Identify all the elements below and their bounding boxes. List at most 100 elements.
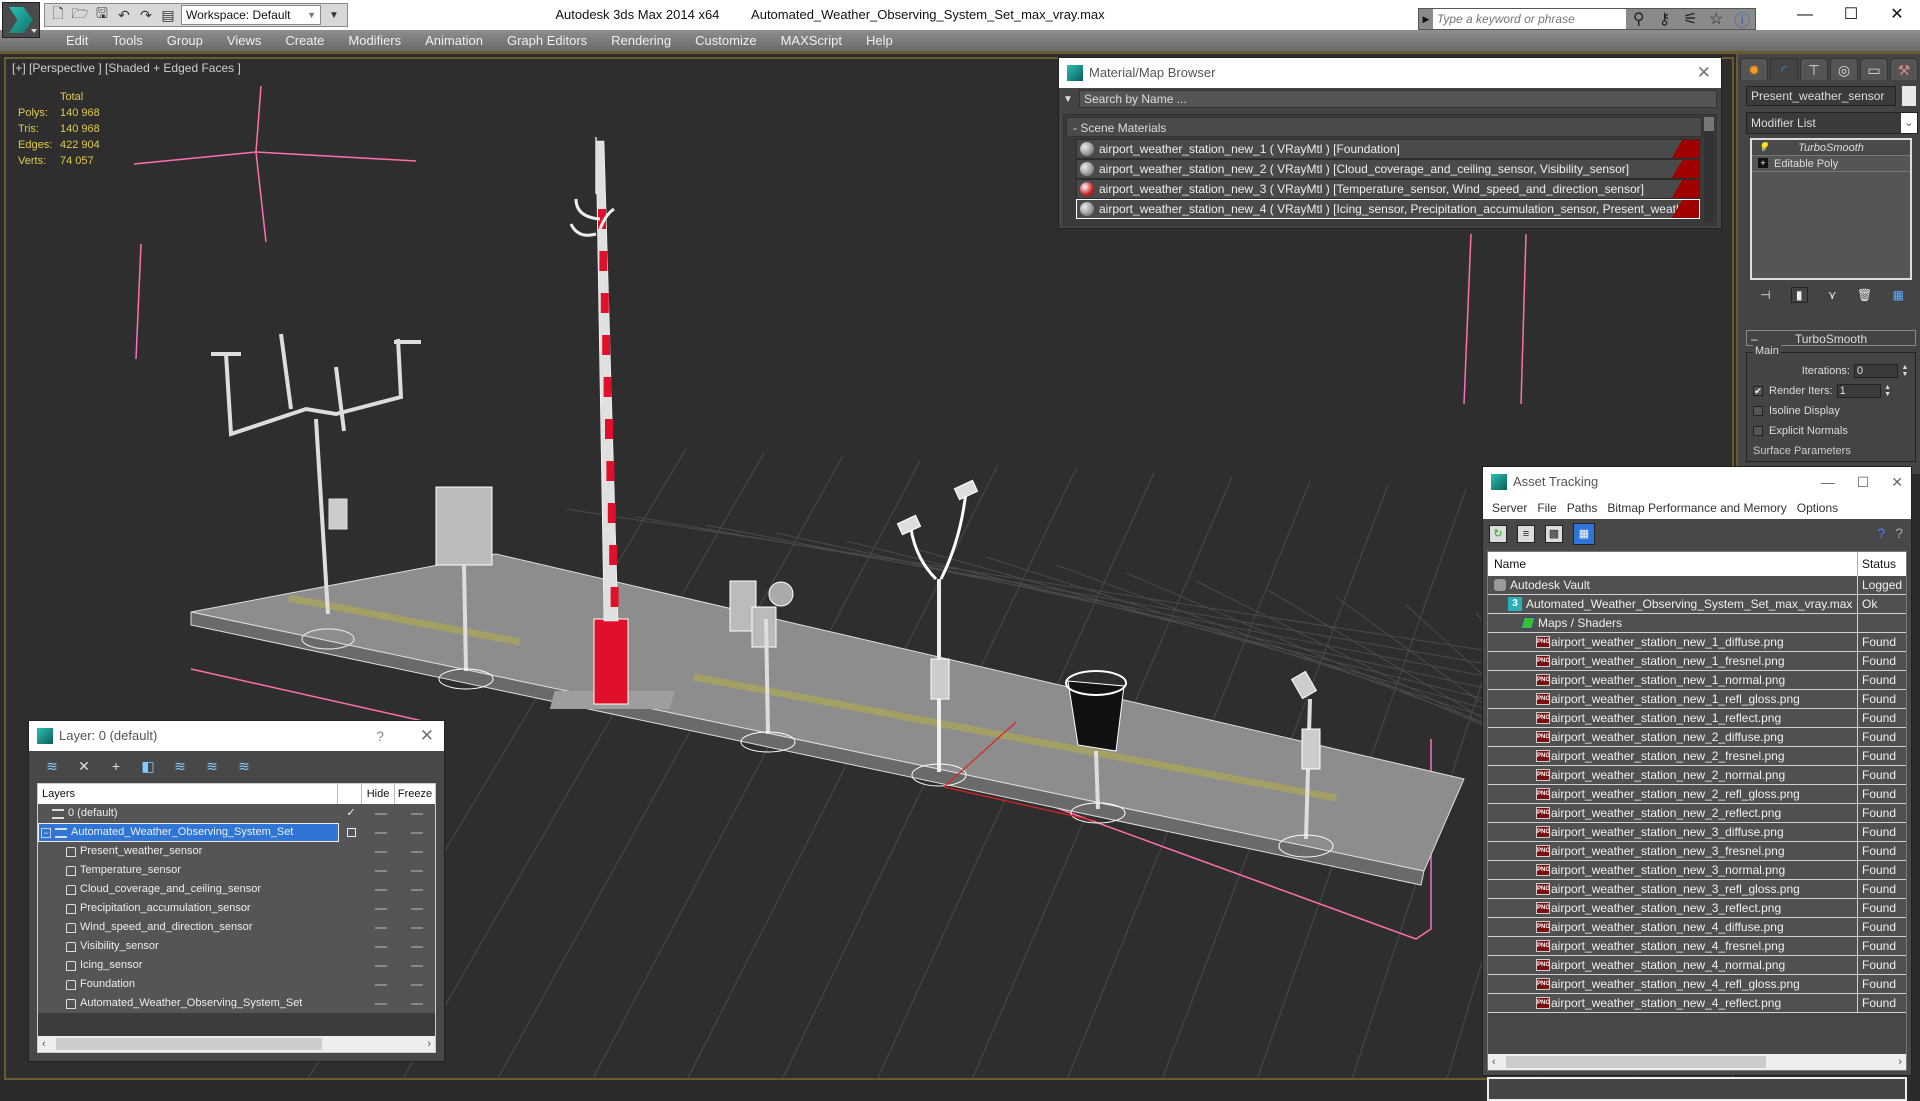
material-list-scrollbar[interactable] <box>1704 117 1714 223</box>
asset-tracking-titlebar[interactable]: Asset Tracking — ☐ ✕ <box>1483 467 1911 497</box>
asset-menu-options[interactable]: Options <box>1792 501 1843 515</box>
current-layer-cell[interactable] <box>339 918 363 937</box>
close-button[interactable]: ✕ <box>1874 0 1920 30</box>
freeze-toggle[interactable] <box>399 842 435 861</box>
add-to-layer-icon[interactable]: + <box>107 757 125 775</box>
binoculars-icon[interactable]: ⚲ <box>1626 9 1652 29</box>
freeze-toggle[interactable] <box>399 937 435 956</box>
asset-row[interactable]: PNG airport_weather_station_new_4_reflect… <box>1488 994 1906 1013</box>
asset-row[interactable]: PNG airport_weather_station_new_1_refl_gl… <box>1488 690 1906 709</box>
table-view-icon[interactable]: ▦ <box>1573 523 1595 545</box>
scroll-right-icon[interactable]: › <box>427 1036 431 1052</box>
remove-modifier-icon[interactable]: 🗑 <box>1857 288 1872 302</box>
spinner-arrows-icon[interactable]: ▲ ▼ <box>1901 364 1909 378</box>
asset-row[interactable]: PNG airport_weather_station_new_3_fresnel… <box>1488 842 1906 861</box>
asset-menu-paths[interactable]: Paths <box>1562 501 1603 515</box>
asset-row[interactable]: PNG airport_weather_station_new_4_normal.… <box>1488 956 1906 975</box>
layer-row[interactable]: 0 (default) ✓ <box>38 804 435 823</box>
maximize-icon[interactable]: ☐ <box>1857 467 1870 497</box>
hide-column-header[interactable]: Hide <box>362 784 395 804</box>
freeze-toggle[interactable] <box>399 975 435 994</box>
scene-materials-group[interactable]: - Scene Materials <box>1066 117 1702 137</box>
layer-object-row[interactable]: Precipitation_accumulation_sensor <box>38 899 435 918</box>
layer-object-row[interactable]: Foundation <box>38 975 435 994</box>
current-layer-cell[interactable] <box>339 899 363 918</box>
layer-object-row[interactable]: Wind_speed_and_direction_sensor <box>38 918 435 937</box>
layer-horizontal-scrollbar[interactable]: ‹ › <box>38 1036 435 1052</box>
asset-row[interactable]: Autodesk Vault Logged <box>1488 576 1906 595</box>
expand-search-icon[interactable]: ▶ <box>1419 14 1433 25</box>
current-layer-cell[interactable] <box>339 937 363 956</box>
viewport-label[interactable]: [+] [Perspective ] [Shaded + Edged Faces… <box>12 61 241 75</box>
select-objects-icon[interactable]: ◧ <box>139 757 157 775</box>
help-icon[interactable]: ? <box>1895 525 1903 541</box>
freeze-toggle[interactable] <box>399 918 435 937</box>
asset-row[interactable]: PNG airport_weather_station_new_1_diffuse… <box>1488 633 1906 652</box>
layer-object-row[interactable]: Icing_sensor <box>38 956 435 975</box>
create-layer-icon[interactable]: ≋ <box>43 757 61 775</box>
hide-toggle[interactable] <box>363 975 399 994</box>
hide-toggle[interactable] <box>363 861 399 880</box>
modify-tab[interactable]: ◜ <box>1770 58 1798 80</box>
hide-toggle[interactable] <box>363 956 399 975</box>
menu-rendering[interactable]: Rendering <box>599 31 683 51</box>
layer-titlebar[interactable]: Layer: 0 (default) ? ✕ <box>29 721 444 751</box>
asset-row[interactable]: PNG airport_weather_station_new_2_refl_gl… <box>1488 785 1906 804</box>
keyword-search-input[interactable] <box>1432 9 1626 29</box>
material-item[interactable]: airport_weather_station_new_2 ( VRayMtl … <box>1076 159 1700 179</box>
save-icon[interactable]: 🖫 <box>93 5 111 24</box>
asset-row[interactable]: PNG airport_weather_station_new_1_normal.… <box>1488 671 1906 690</box>
material-item[interactable]: airport_weather_station_new_3 ( VRayMtl … <box>1076 179 1700 199</box>
satellite-icon[interactable]: ⚟ <box>1677 9 1703 29</box>
asset-row[interactable]: PNG airport_weather_station_new_4_refl_gl… <box>1488 975 1906 994</box>
modifier-list-dropdown[interactable]: Modifier List ⌄ <box>1746 112 1918 134</box>
menu-modifiers[interactable]: Modifiers <box>336 31 413 51</box>
motion-tab[interactable]: ◎ <box>1830 58 1858 80</box>
stack-item-editable-poly[interactable]: + Editable Poly <box>1752 156 1910 172</box>
scroll-thumb[interactable] <box>1506 1056 1766 1068</box>
menu-tools[interactable]: Tools <box>100 31 154 51</box>
asset-row[interactable]: PNG airport_weather_station_new_2_normal.… <box>1488 766 1906 785</box>
menu-graph-editors[interactable]: Graph Editors <box>495 31 599 51</box>
asset-row[interactable]: PNG airport_weather_station_new_3_refl_gl… <box>1488 880 1906 899</box>
asset-row[interactable]: PNG airport_weather_station_new_3_normal.… <box>1488 861 1906 880</box>
close-icon[interactable]: ✕ <box>1697 58 1711 88</box>
asset-row[interactable]: PNG airport_weather_station_new_2_reflect… <box>1488 804 1906 823</box>
object-color-swatch[interactable] <box>1902 86 1916 106</box>
asset-row[interactable]: PNG airport_weather_station_new_1_reflect… <box>1488 709 1906 728</box>
open-file-icon[interactable]: 🗁 <box>71 5 89 24</box>
name-column-header[interactable]: Name <box>1488 552 1858 576</box>
freeze-toggle[interactable] <box>399 994 435 1013</box>
current-layer-cell[interactable] <box>339 880 363 899</box>
layer-object-row[interactable]: Temperature_sensor <box>38 861 435 880</box>
layer-object-row[interactable]: Visibility_sensor <box>38 937 435 956</box>
render-iters-checkbox[interactable]: ✔ <box>1753 386 1763 396</box>
spinner-arrows-icon[interactable]: ▲ ▼ <box>1884 384 1892 398</box>
layers-column-header[interactable]: Layers <box>38 784 338 804</box>
stack-item-turbosmooth[interactable]: 💡 TurboSmooth <box>1752 140 1910 156</box>
material-item[interactable]: airport_weather_station_new_4 ( VRayMtl … <box>1076 199 1700 219</box>
material-item[interactable]: airport_weather_station_new_1 ( VRayMtl … <box>1076 139 1700 159</box>
redo-icon[interactable]: ↷ <box>137 6 155 24</box>
close-icon[interactable]: ✕ <box>1891 467 1903 497</box>
layer-row[interactable]: − Automated_Weather_Observing_System_Set <box>38 823 435 842</box>
star-icon[interactable]: ☆ <box>1703 9 1729 29</box>
freeze-toggle[interactable] <box>399 823 435 842</box>
material-browser-titlebar[interactable]: Material/Map Browser ✕ <box>1059 58 1721 88</box>
project-folder-icon[interactable]: ▤ <box>159 6 177 24</box>
workspace-select[interactable]: Workspace: Default ▼ <box>181 5 321 25</box>
utilities-tab[interactable]: ⚒ <box>1890 58 1918 80</box>
hide-toggle[interactable] <box>363 880 399 899</box>
layer-object-row[interactable]: Cloud_coverage_and_ceiling_sensor <box>38 880 435 899</box>
menu-help[interactable]: Help <box>854 31 905 51</box>
select-layer-icon[interactable]: ≋ <box>171 757 189 775</box>
menu-group[interactable]: Group <box>155 31 215 51</box>
app-menu-button[interactable] <box>2 2 40 38</box>
current-layer-check-icon[interactable]: ✓ <box>339 804 363 823</box>
hierarchy-tab[interactable]: ⊤ <box>1800 58 1828 80</box>
freeze-column-header[interactable]: Freeze <box>395 784 435 804</box>
minimize-icon[interactable]: — <box>1821 467 1835 497</box>
show-end-result-icon[interactable]: ▮ <box>1790 287 1808 303</box>
freeze-toggle[interactable] <box>399 804 435 823</box>
freeze-toggle[interactable] <box>399 899 435 918</box>
